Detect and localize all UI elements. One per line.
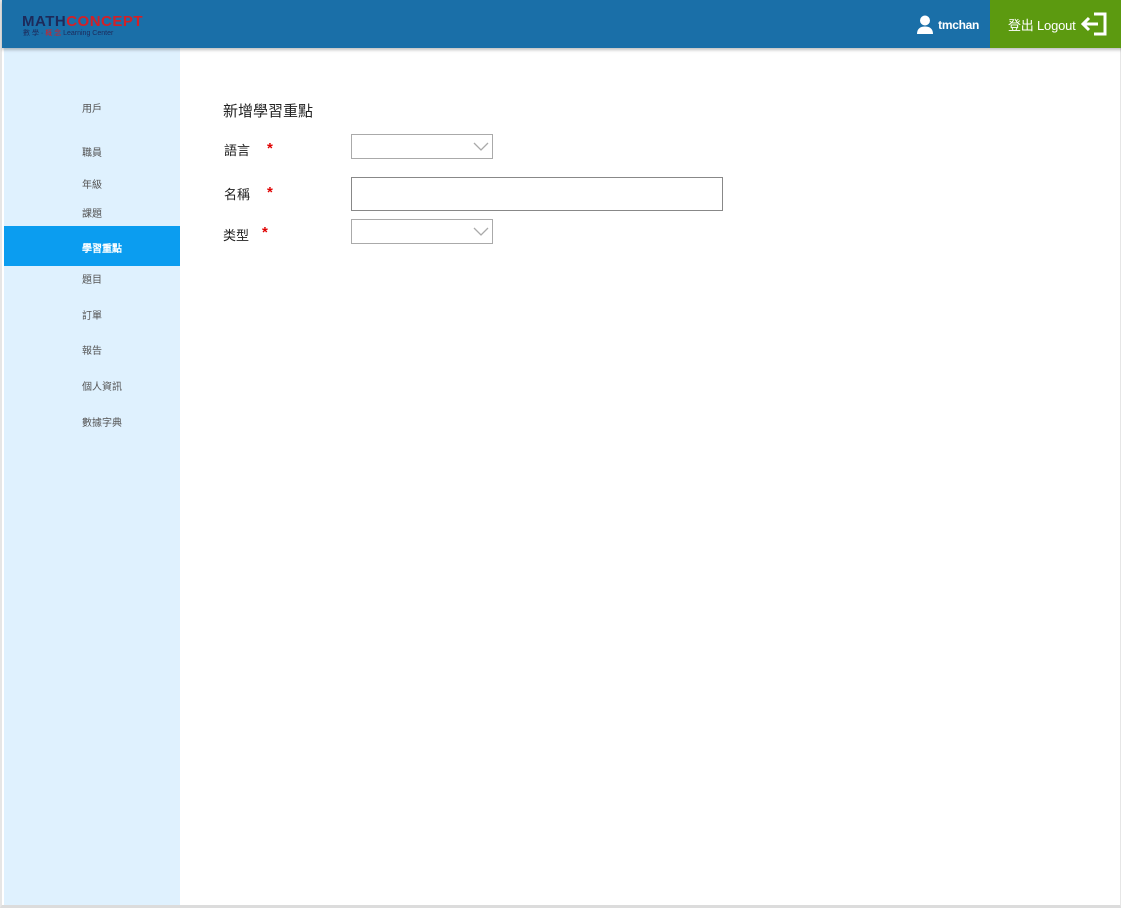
main-content: 新增學習重點 語言 * 名稱 * 类型 *	[180, 48, 1121, 905]
username-label: tmchan	[938, 18, 979, 32]
logout-button[interactable]: 登出 Logout	[990, 0, 1121, 48]
logo-wordmark: MATHCONCEPT	[22, 14, 143, 30]
language-select[interactable]	[351, 134, 493, 159]
sidebar-item-reports[interactable]: 報告	[4, 341, 180, 363]
sidebar-item-grades[interactable]: 年級	[4, 175, 180, 197]
sidebar-item-profile[interactable]: 個人資訊	[4, 377, 180, 399]
sidebar-item-learning-points[interactable]: 學習重點	[4, 226, 180, 266]
type-required-mark: *	[262, 224, 268, 241]
math-concept-logo[interactable]: MATHCONCEPT 數 學 · 概 念 Learning Center	[22, 14, 152, 40]
user-menu[interactable]: tmchan	[916, 15, 979, 35]
logo-sub-accent: 概 念	[45, 30, 62, 37]
logo-concept-text: CONCEPT	[66, 13, 144, 30]
sidebar-nav: 用戶 職員 年級 課題 學習重點 題目 訂單 報告 個人資訊 數據字典	[4, 48, 180, 905]
name-label: 名稱	[224, 188, 251, 203]
sidebar-item-users[interactable]: 用戶	[4, 99, 180, 121]
logo-sub-suffix: Learning Center	[63, 30, 114, 37]
sidebar-item-topics[interactable]: 課題	[4, 204, 180, 226]
type-label: 类型	[223, 229, 250, 244]
sidebar-item-staff[interactable]: 職員	[4, 143, 180, 165]
sidebar-item-questions[interactable]: 題目	[4, 270, 180, 292]
logout-label: 登出 Logout	[1008, 17, 1076, 33]
page-title: 新增學習重點	[223, 102, 314, 120]
user-icon	[917, 15, 934, 34]
name-input[interactable]	[351, 177, 723, 211]
language-required-mark: *	[267, 140, 273, 157]
top-header: MATHCONCEPT 數 學 · 概 念 Learning Center tm…	[2, 0, 1121, 48]
language-label: 語言	[224, 144, 251, 159]
chevron-down-icon	[473, 227, 489, 236]
sidebar-item-orders[interactable]: 訂單	[4, 306, 180, 328]
logout-arrow-icon	[1081, 12, 1107, 36]
name-required-mark: *	[267, 184, 273, 201]
chevron-down-icon	[473, 142, 489, 151]
app-frame: MATHCONCEPT 數 學 · 概 念 Learning Center tm…	[0, 0, 1121, 908]
sidebar-item-data-dictionary[interactable]: 數據字典	[4, 413, 180, 435]
logo-sub-prefix: 數 學 ·	[23, 30, 44, 37]
logo-math-text: MATH	[22, 13, 67, 30]
logo-tagline: 數 學 · 概 念 Learning Center	[23, 30, 113, 38]
type-select[interactable]	[351, 219, 493, 244]
